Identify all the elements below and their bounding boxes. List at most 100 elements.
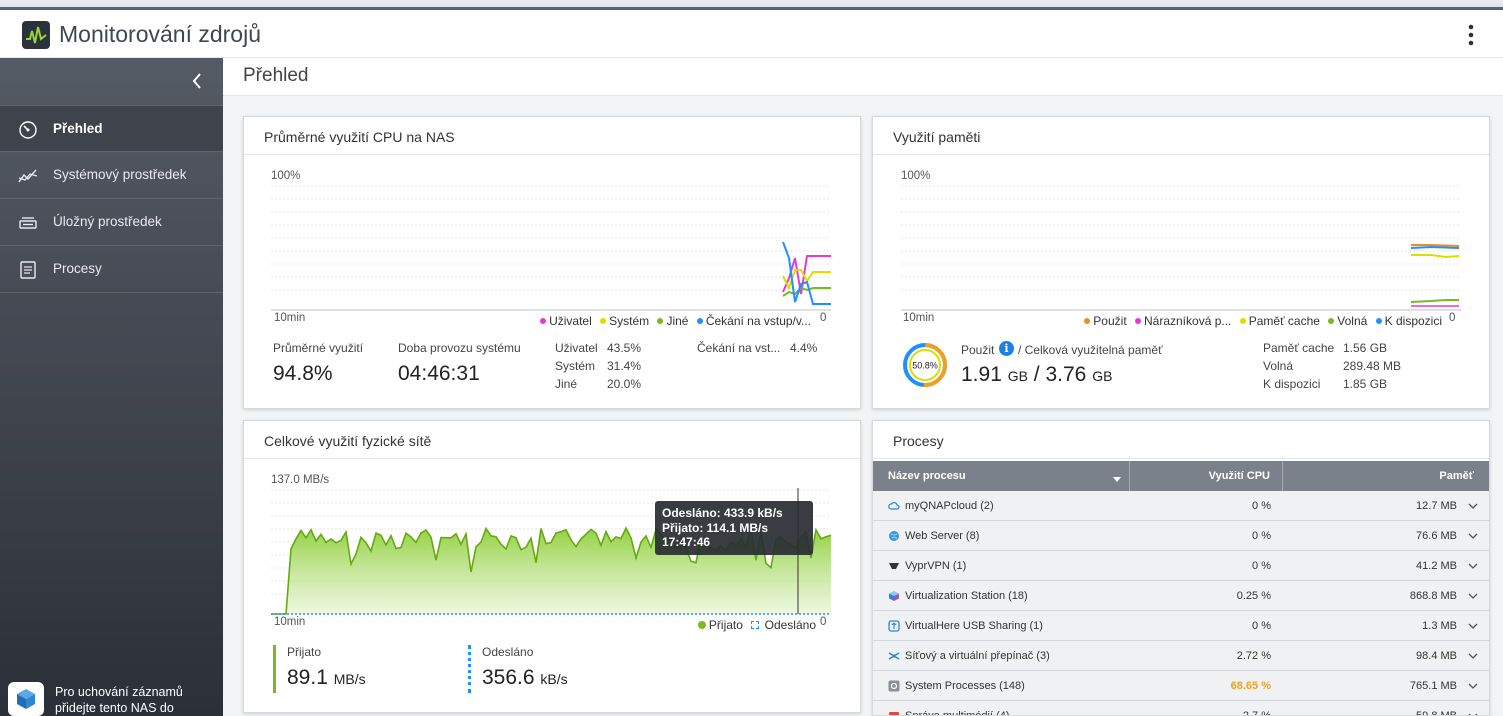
process-name: System Processes (148) [905, 680, 1025, 692]
process-row[interactable]: Web Server (8) 0 % 76.6 MB [873, 521, 1489, 551]
cube-icon [888, 590, 900, 602]
column-header-name[interactable]: Název procesu [888, 470, 966, 482]
expand-chevron-down-icon[interactable] [1468, 621, 1478, 629]
memory-series-cache-line [1411, 254, 1460, 259]
process-cpu: 68.65 % [1230, 680, 1271, 692]
memory-cache-label: Paměť cache [1263, 341, 1335, 355]
network-tooltip: Odesláno: 433.9 kB/s Přijato: 114.1 MB/s… [655, 501, 813, 555]
memory-donut-percent: 50.8% [912, 361, 938, 371]
expand-chevron-down-icon[interactable] [1468, 591, 1478, 599]
received-label: Přijato [287, 645, 322, 659]
usb-icon [888, 620, 900, 632]
promo-banner[interactable]: Pro uchování záznamů přidejte tento NAS … [8, 680, 218, 716]
process-memory: 868.8 MB [1409, 590, 1457, 602]
network-legend: Přijato Odesláno [697, 618, 816, 632]
expand-chevron-down-icon[interactable] [1468, 531, 1478, 539]
legend-entry-sent: Odesláno [764, 618, 816, 632]
sort-caret-down-icon[interactable] [1113, 473, 1121, 485]
expand-chevron-down-icon[interactable] [1468, 561, 1478, 569]
process-memory: 76.6 MB [1416, 530, 1457, 542]
process-name: Správa multimédií (4) [905, 710, 1010, 716]
collapse-sidebar-chevron-left-icon[interactable] [189, 71, 205, 91]
process-memory: 1.3 MB [1422, 620, 1457, 632]
column-header-cpu[interactable]: Využití CPU [1209, 470, 1270, 482]
received-value-group: 89.1 MB/s [287, 666, 366, 690]
memory-cache-value: 1.56 GB [1343, 341, 1388, 355]
process-row[interactable]: myQNAPcloud (2) 0 % 12.7 MB [873, 491, 1489, 521]
legend-entry: Nárazníková p... [1144, 314, 1232, 328]
cpu-series-other-line [782, 286, 831, 297]
multimedia-icon [888, 710, 900, 715]
legend-entry: Uživatel [549, 314, 592, 328]
process-row[interactable]: System Processes (148) 68.65 % 765.1 MB [873, 671, 1489, 701]
memory-used-label: Použit [961, 343, 995, 357]
network-usage-card: Celkové využití fyzické sítě 137.0 MB/s … [243, 420, 861, 713]
legend-entry: Čekání na vstup/v... [705, 314, 811, 328]
process-cpu: 2.72 % [1236, 650, 1271, 662]
cpu-stat-system-label: Systém [555, 359, 596, 373]
process-name: myQNAPcloud (2) [905, 500, 994, 512]
more-options-icon[interactable] [1461, 22, 1481, 48]
promo-line-1: Pro uchování záznamů [55, 685, 183, 699]
cpu-stat-other-value: 20.0% [607, 377, 642, 391]
app-title-bar: Monitorování zdrojů [0, 10, 1503, 58]
memory-usage-card: Využití paměti 100% 10min 0 Použit Náraz… [872, 116, 1490, 409]
process-row[interactable]: Virtualization Station (18) 0.25 % 868.8 M… [873, 581, 1489, 611]
sidebar-item-label: Procesy [53, 261, 102, 276]
process-memory: 12.7 MB [1416, 500, 1457, 512]
cpu-legend: Uživatel Systém Jiné Čekání na vstup/v..… [535, 314, 811, 328]
process-row[interactable]: Síťový a virtuální přepínač (3) 2.72 % 98.… [873, 641, 1489, 671]
process-row[interactable]: VirtualHere USB Sharing (1) 0 % 1.3 MB [873, 611, 1489, 641]
cpu-stat-other-label: Jiné [555, 377, 578, 391]
cpu-wait-label: Čekání na vst... [697, 341, 781, 355]
memory-series-available-line [1410, 245, 1460, 249]
memory-total-unit: GB [1092, 368, 1113, 384]
received-unit: MB/s [333, 671, 366, 687]
sent-value: 356.6 [482, 666, 535, 689]
network-x-left-label: 10min [274, 616, 306, 628]
gauge-icon [18, 120, 38, 140]
page-title: Přehled [243, 65, 309, 86]
memory-legend: Použit Nárazníková p... Paměť cache Voln… [1079, 314, 1442, 328]
sent-unit: kB/s [540, 671, 568, 687]
sidebar-item-label: Systémový prostředek [53, 167, 187, 182]
process-name: Web Server (8) [905, 530, 980, 542]
expand-chevron-down-icon[interactable] [1468, 651, 1478, 659]
memory-used-value: 1.91 [961, 363, 1002, 386]
memory-card-title: Využití paměti [893, 129, 981, 145]
legend-entry: Systém [609, 314, 650, 328]
expand-chevron-down-icon[interactable] [1468, 681, 1478, 689]
sidebar-item-processes[interactable]: Procesy [0, 246, 223, 293]
sidebar-item-label: Přehled [53, 121, 103, 136]
process-name: VirtualHere USB Sharing (1) [905, 620, 1043, 632]
expand-chevron-down-icon[interactable] [1468, 711, 1478, 715]
sent-indicator-bar [468, 645, 471, 693]
sent-label: Odesláno [482, 645, 534, 659]
process-memory: 765.1 MB [1409, 680, 1457, 692]
cpu-y-top-label: 100% [271, 170, 301, 182]
memory-free-value: 289.48 MB [1343, 359, 1402, 373]
column-header-memory[interactable]: Paměť [1439, 470, 1474, 482]
expand-chevron-down-icon[interactable] [1468, 501, 1478, 509]
legend-entry: Použit [1093, 314, 1127, 328]
info-icon[interactable]: i [999, 341, 1014, 356]
memory-total-label: / Celková využitelná paměť [1018, 343, 1163, 357]
tooltip-sent: Odesláno: 433.9 kB/s [662, 506, 783, 520]
process-memory: 98.4 MB [1416, 650, 1457, 662]
memory-chart [901, 185, 1461, 311]
legend-entry-received: Přijato [708, 618, 743, 632]
sidebar-item-storage-resource[interactable]: Úložný prostředek [0, 199, 223, 246]
uptime-label: Doba provozu systému [398, 341, 521, 355]
memory-used-unit: GB [1007, 368, 1028, 384]
process-memory: 41.2 MB [1416, 560, 1457, 572]
cpu-avg-value: 94.8% [273, 362, 333, 385]
trend-line-icon [18, 166, 38, 186]
process-row[interactable]: VyprVPN (1) 0 % 41.2 MB [873, 551, 1489, 581]
network-y-top-label: 137.0 MB/s [271, 474, 330, 486]
sidebar-item-overview[interactable]: Přehled [0, 105, 223, 152]
sidebar-item-system-resource[interactable]: Systémový prostředek [0, 152, 223, 199]
cpu-stat-user-label: Uživatel [555, 341, 598, 355]
memory-total-value: 3.76 [1045, 363, 1087, 386]
process-row[interactable]: Správa multimédií (4) 2.7 % 59.8 MB [873, 701, 1489, 716]
cpu-wait-value: 4.4% [790, 341, 818, 355]
